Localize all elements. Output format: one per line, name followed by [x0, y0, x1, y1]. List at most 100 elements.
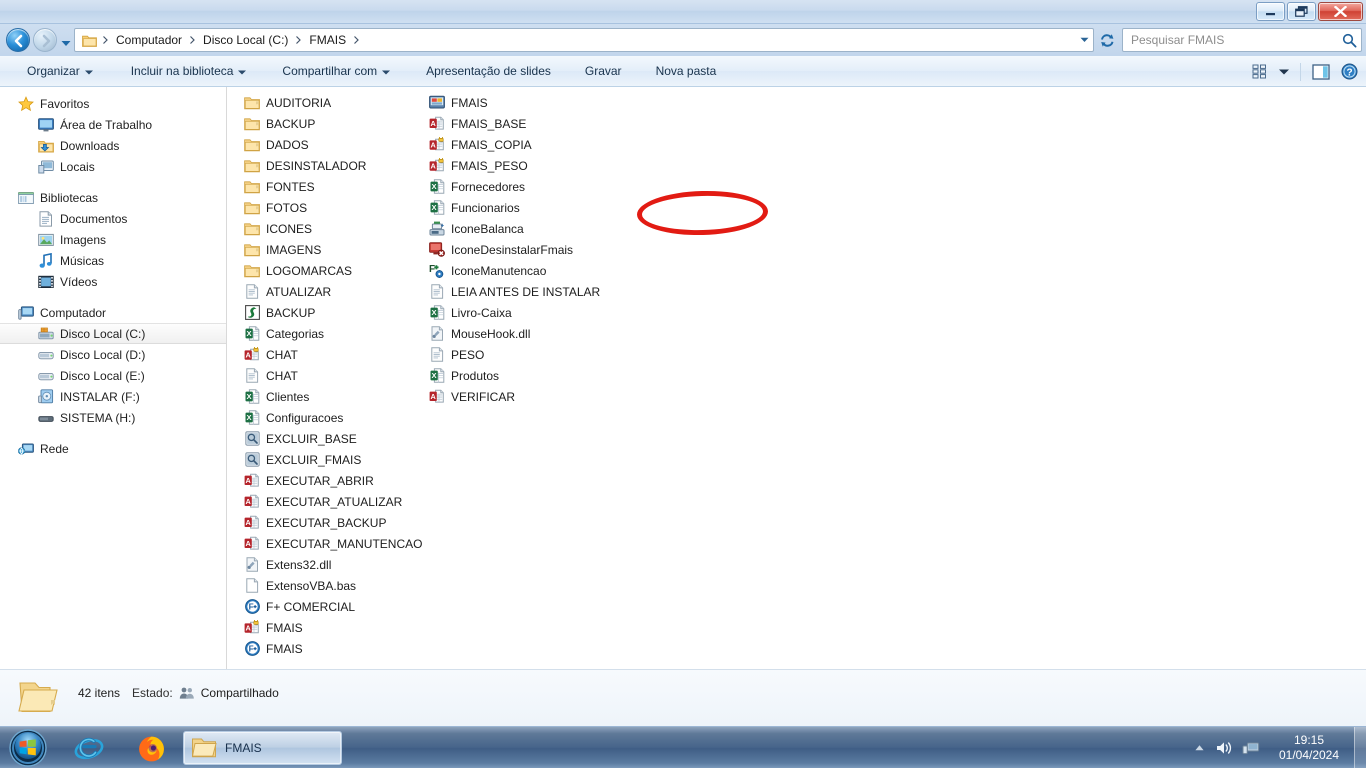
search-icon[interactable] — [1337, 33, 1361, 48]
address-bar[interactable]: Computador Disco Local (C:) FMAIS — [74, 28, 1094, 52]
file-item[interactable]: X Produtos — [425, 365, 615, 386]
file-item[interactable]: ATUALIZAR — [240, 281, 430, 302]
file-item[interactable]: F FMAIS — [240, 638, 430, 659]
file-item[interactable]: X Livro-Caixa — [425, 302, 615, 323]
sidebar-item-documentos[interactable]: Documentos — [0, 208, 226, 229]
sidebar-item-bibliotecas[interactable]: Bibliotecas — [0, 187, 226, 208]
file-item[interactable]: X Clientes — [240, 386, 430, 407]
minimize-button[interactable] — [1256, 2, 1285, 21]
file-item[interactable]: A FMAIS_PESO — [425, 155, 615, 176]
file-item[interactable]: Extens32.dll — [240, 554, 430, 575]
file-item[interactable]: X Configuracoes — [240, 407, 430, 428]
file-item[interactable]: A EXECUTAR_BACKUP — [240, 512, 430, 533]
ie-icon[interactable] — [68, 732, 110, 764]
history-dropdown-icon[interactable] — [61, 36, 71, 46]
file-item[interactable]: EXCLUIR_BASE — [240, 428, 430, 449]
sidebar-item-locais[interactable]: Locais — [0, 156, 226, 177]
file-name: CHAT — [266, 347, 298, 362]
file-item[interactable]: BACKUP — [240, 113, 430, 134]
file-item[interactable]: FOTOS — [240, 197, 430, 218]
file-item[interactable]: + IconeBalanca — [425, 218, 615, 239]
file-item[interactable]: FONTES — [240, 176, 430, 197]
batch-icon — [244, 431, 260, 447]
sidebar-item-favoritos[interactable]: Favoritos — [0, 93, 226, 114]
file-item[interactable]: A FMAIS_BASE — [425, 113, 615, 134]
sidebar-item-sistema-h[interactable]: SISTEMA (H:) — [0, 407, 226, 428]
file-item[interactable]: A EXECUTAR_ABRIR — [240, 470, 430, 491]
toolbar-item-gravar[interactable]: Gravar — [574, 59, 633, 84]
maximize-button[interactable] — [1287, 2, 1316, 21]
refresh-button[interactable] — [1095, 28, 1119, 52]
back-button[interactable] — [6, 28, 30, 52]
change-view-icon[interactable] — [1247, 59, 1273, 84]
sidebar-item-videos[interactable]: Vídeos — [0, 271, 226, 292]
toolbar-item-apresentacao-de-slides[interactable]: Apresentação de slides — [415, 59, 562, 84]
file-item[interactable]: ExtensoVBA.bas — [240, 575, 430, 596]
file-item[interactable]: F F+ COMERCIAL — [240, 596, 430, 617]
search-input[interactable] — [1123, 30, 1337, 50]
file-item[interactable]: LEIA ANTES DE INSTALAR — [425, 281, 615, 302]
file-item[interactable]: IMAGENS — [240, 239, 430, 260]
file-item[interactable]: A EXECUTAR_MANUTENCAO — [240, 533, 430, 554]
file-item[interactable]: BACKUP — [240, 302, 430, 323]
sidebar-item-rede[interactable]: Rede — [0, 438, 226, 459]
sidebar-item-musicas[interactable]: Músicas — [0, 250, 226, 271]
file-item[interactable]: FMAIS — [425, 92, 615, 113]
breadcrumb-item-disco-local-c[interactable]: Disco Local (C:) — [199, 29, 292, 51]
breadcrumb-item-computador[interactable]: Computador — [112, 29, 186, 51]
file-item[interactable]: A CHAT — [240, 344, 430, 365]
volume-icon[interactable] — [1212, 727, 1238, 769]
toolbar-item-organizar[interactable]: Organizar — [16, 59, 104, 84]
file-item[interactable]: X Fornecedores — [425, 176, 615, 197]
file-name: EXCLUIR_FMAIS — [266, 452, 362, 467]
toolbar-item-nova-pasta[interactable]: Nova pasta — [645, 59, 728, 84]
file-item[interactable]: LOGOMARCAS — [240, 260, 430, 281]
sidebar-item-computador[interactable]: Computador — [0, 302, 226, 323]
sidebar-item-disco-local-c[interactable]: Disco Local (C:) — [0, 323, 226, 344]
clock[interactable]: 19:15 01/04/2024 — [1264, 727, 1354, 769]
sidebar-item-imagens[interactable]: Imagens — [0, 229, 226, 250]
toolbar-item-incluir-na-biblioteca[interactable]: Incluir na biblioteca — [120, 59, 258, 84]
file-item[interactable]: IconeDesinstalarFmais — [425, 239, 615, 260]
breadcrumb-sep[interactable] — [186, 29, 199, 51]
file-item[interactable]: A VERIFICAR — [425, 386, 615, 407]
file-item[interactable]: PESO — [425, 344, 615, 365]
file-item[interactable]: CHAT — [240, 365, 430, 386]
file-item[interactable]: A EXECUTAR_ATUALIZAR — [240, 491, 430, 512]
breadcrumb-sep[interactable] — [292, 29, 305, 51]
file-list[interactable]: AUDITORIA BACKUP DADOS DESINSTALADOR FON… — [227, 87, 1366, 669]
view-dropdown-icon[interactable] — [1275, 59, 1293, 84]
file-item[interactable]: DESINSTALADOR — [240, 155, 430, 176]
sidebar-item-disco-local-e[interactable]: Disco Local (E:) — [0, 365, 226, 386]
sidebar-item-area-de-trabalho[interactable]: Área de Trabalho — [0, 114, 226, 135]
show-hidden-icons-icon[interactable] — [1186, 727, 1212, 769]
preview-pane-icon[interactable] — [1308, 59, 1334, 84]
address-dropdown-icon[interactable] — [1075, 29, 1093, 51]
file-item[interactable]: X Funcionarios — [425, 197, 615, 218]
file-item[interactable]: MouseHook.dll — [425, 323, 615, 344]
firefox-icon[interactable] — [130, 732, 172, 764]
sidebar-item-downloads[interactable]: Downloads — [0, 135, 226, 156]
search-box[interactable] — [1122, 28, 1362, 52]
help-icon[interactable]: ? — [1336, 59, 1362, 84]
file-item[interactable]: AUDITORIA — [240, 92, 430, 113]
file-item[interactable]: EXCLUIR_FMAIS — [240, 449, 430, 470]
sidebar-item-disco-local-d[interactable]: Disco Local (D:) — [0, 344, 226, 365]
show-desktop-button[interactable] — [1354, 727, 1366, 769]
navigation-pane[interactable]: Favoritos Área de Trabalho Downloads Loc… — [0, 87, 226, 669]
file-item[interactable]: X Categorias — [240, 323, 430, 344]
network-icon[interactable] — [1238, 727, 1264, 769]
file-item[interactable]: F IconeManutencao — [425, 260, 615, 281]
start-button[interactable] — [4, 728, 52, 768]
file-item[interactable]: A FMAIS — [240, 617, 430, 638]
breadcrumb-sep[interactable] — [350, 29, 363, 51]
close-button[interactable] — [1318, 2, 1363, 21]
file-item[interactable]: ICONES — [240, 218, 430, 239]
toolbar-item-compartilhar-com[interactable]: Compartilhar com — [271, 59, 401, 84]
forward-button[interactable] — [33, 28, 57, 52]
file-item[interactable]: A FMAIS_COPIA — [425, 134, 615, 155]
breadcrumb-item-fmais[interactable]: FMAIS — [305, 29, 350, 51]
file-item[interactable]: DADOS — [240, 134, 430, 155]
sidebar-item-instalar-f[interactable]: INSTALAR (F:) — [0, 386, 226, 407]
taskbar-button-fmais[interactable]: FMAIS — [183, 731, 342, 765]
